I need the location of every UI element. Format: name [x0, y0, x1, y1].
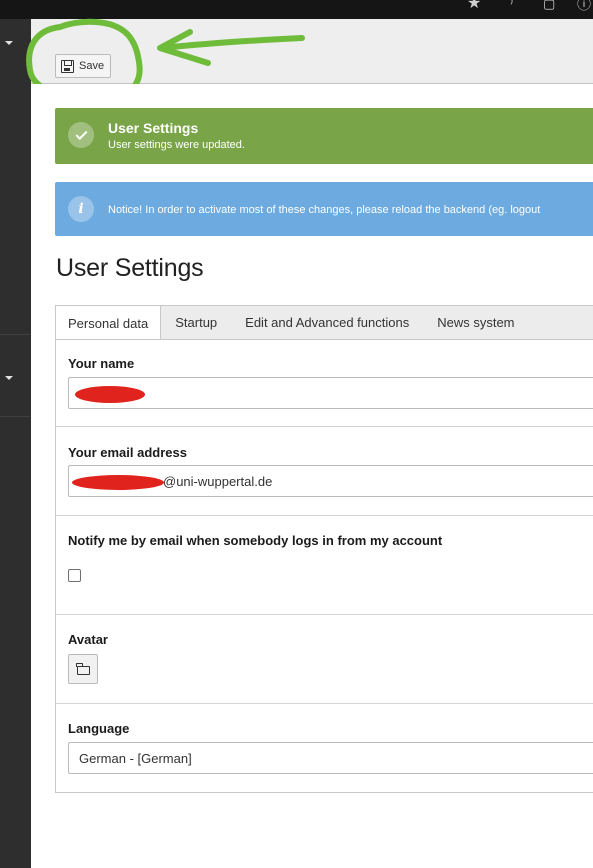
name-label: Your name [68, 356, 135, 371]
success-alert: User Settings User settings were updated… [55, 108, 593, 164]
language-select[interactable]: German - [German] [68, 742, 593, 774]
avatar-section: Avatar [56, 615, 593, 704]
email-section: Your email address @uni-wuppertal.de [56, 427, 593, 516]
save-button-label: Save [79, 60, 105, 72]
email-domain: @uni-wuppertal.de [163, 473, 273, 489]
save-icon [61, 59, 74, 73]
doc-header: Save [31, 19, 593, 84]
caret-down-icon[interactable] [5, 41, 13, 45]
module-sidebar [0, 19, 31, 868]
info-alert: i Notice! In order to activate most of t… [55, 182, 593, 236]
check-icon [68, 122, 94, 148]
alert-message: Notice! In order to activate most of the… [108, 204, 541, 216]
redaction [72, 475, 164, 490]
help-icon[interactable]: ⁾ [510, 0, 513, 12]
tab-personal-data[interactable]: Personal data [56, 306, 162, 340]
star-icon[interactable]: ★ [467, 0, 481, 12]
notify-checkbox[interactable] [68, 569, 81, 582]
avatar-label: Avatar [68, 632, 108, 647]
info-icon[interactable]: ⓘ [577, 0, 591, 12]
alert-title: User Settings [108, 120, 199, 136]
notify-section: Notify me by email when somebody logs in… [56, 516, 593, 615]
tab-startup[interactable]: Startup [161, 306, 229, 339]
notify-label: Notify me by email when somebody logs in… [68, 533, 443, 548]
email-label: Your email address [68, 445, 187, 460]
window-icon[interactable]: ▢ [543, 0, 555, 12]
personal-data-panel: Your name Your email address @uni-wupper… [55, 339, 593, 793]
settings-tabs: Personal data Startup Edit and Advanced … [55, 305, 593, 340]
main-content: User Settings User settings were updated… [31, 84, 593, 868]
tab-edit-advanced[interactable]: Edit and Advanced functions [229, 306, 421, 339]
sidebar-divider [0, 416, 31, 417]
page-title: User Settings [56, 254, 204, 282]
sidebar-divider [0, 334, 31, 335]
avatar-select-button[interactable] [68, 654, 98, 684]
language-section: Language German - [German] [56, 704, 593, 793]
tab-news-system[interactable]: News system [421, 306, 526, 339]
name-section: Your name [56, 340, 593, 427]
info-icon: i [68, 196, 94, 222]
email-field[interactable]: @uni-wuppertal.de [68, 465, 593, 497]
top-bar: ★ ⁾ ▢ ⓘ [0, 0, 593, 19]
language-label: Language [68, 721, 130, 736]
redaction [75, 386, 145, 403]
folder-icon [76, 662, 90, 675]
save-button[interactable]: Save [55, 54, 112, 78]
caret-down-icon[interactable] [5, 376, 13, 380]
alert-message: User settings were updated. [108, 139, 245, 151]
name-field[interactable] [68, 377, 593, 409]
